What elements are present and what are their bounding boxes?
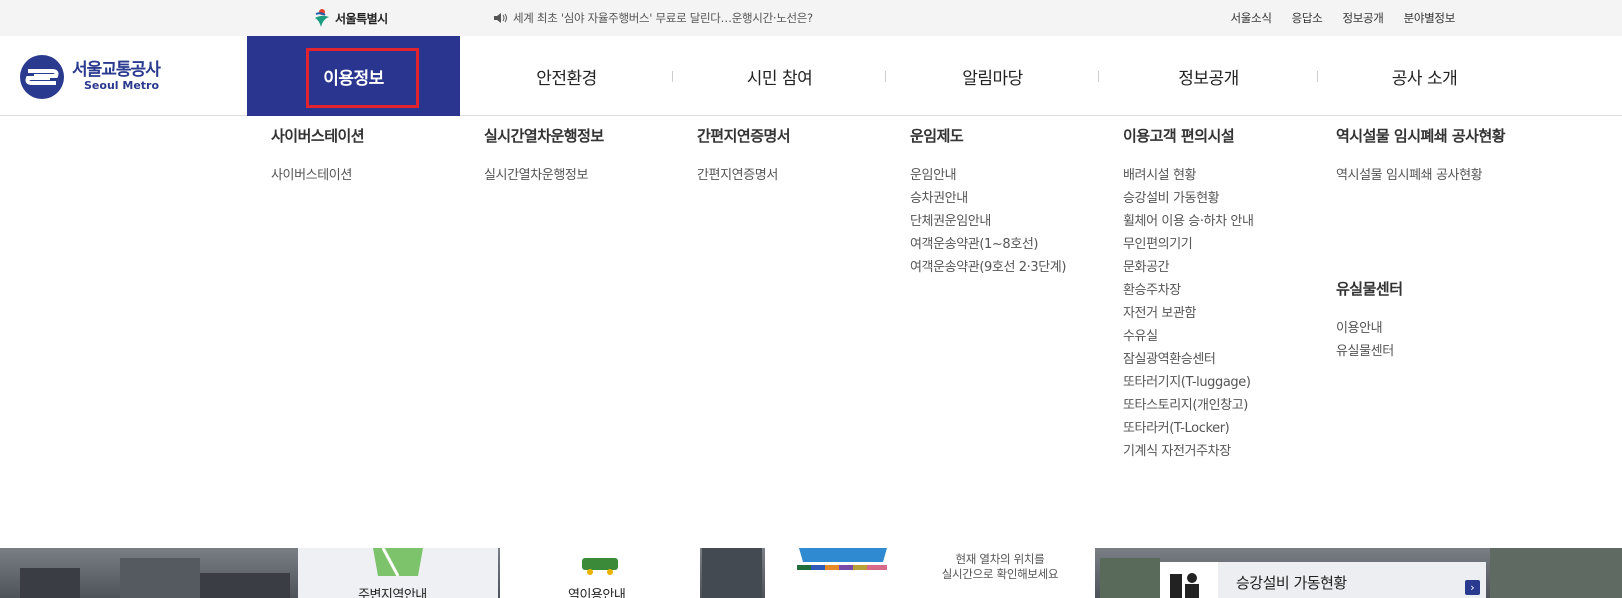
mega-col-title[interactable]: 운임제도 <box>910 126 1066 146</box>
mega-link[interactable]: 간편지연증명서 <box>697 164 790 187</box>
mega-link[interactable]: 실시간열차운행정보 <box>484 164 604 187</box>
gnb-separator <box>1098 71 1099 82</box>
gnb-tab-label: 안전환경 <box>536 68 597 89</box>
gnb-separator <box>885 71 886 82</box>
map-icon <box>373 548 423 576</box>
elevator-icon-tile <box>1160 562 1218 598</box>
mega-link[interactable]: 또타스토리지(개인창고) <box>1123 394 1254 417</box>
elevator-status-label: 승강설비 가동현황 <box>1236 574 1347 592</box>
background-building <box>1100 558 1160 598</box>
mega-link[interactable]: 사이버스테이션 <box>271 164 364 187</box>
mega-link[interactable]: 여객운송약관(9호선 2·3단계) <box>910 256 1066 279</box>
mega-link[interactable]: 운임안내 <box>910 164 1066 187</box>
mega-col-title[interactable]: 유실물센터 <box>1336 279 1403 299</box>
mega-col-fare-system: 운임제도 운임안내 승차권안내 단체권운임안내 여객운송약관(1~8호선) 여객… <box>910 126 1066 279</box>
main-content-preview: 주변지역안내 역이용안내 현재 열차의 위치를 실시간으로 확인해보세요 승강설… <box>0 548 1622 598</box>
mega-link[interactable]: 수유실 <box>1123 325 1254 348</box>
mega-link[interactable]: 승강설비 가동현황 <box>1123 187 1254 210</box>
mega-col-facilities: 이용고객 편의시설 배려시설 현황 승강설비 가동현황 휠체어 이용 승·하차 … <box>1123 126 1254 463</box>
gnb-tab-label: 알림마당 <box>962 68 1023 89</box>
news-ticker-text: 세계 최초 '심야 자율주행버스' 무료로 달린다…운행시간·노선은? <box>513 11 813 25</box>
speaker-icon <box>494 13 507 23</box>
background-building <box>1490 548 1622 598</box>
mega-link[interactable]: 유실물센터 <box>1336 340 1403 363</box>
mega-link[interactable]: 무인편의기기 <box>1123 233 1254 256</box>
mega-link[interactable]: 역시설물 임시폐쇄 공사현황 <box>1336 164 1505 187</box>
mega-col-title[interactable]: 이용고객 편의시설 <box>1123 126 1254 146</box>
utility-links: 서울소식 응답소 정보공개 분야별정보 <box>1231 10 1456 26</box>
mega-menu-dropdown: 사이버스테이션 사이버스테이션 실시간열차운행정보 실시간열차운행정보 간편지연… <box>0 116 1622 548</box>
elevator-user-icon <box>1170 573 1199 598</box>
seoul-city-logo-text: 서울특별시 <box>335 11 388 26</box>
util-link-seoul-news[interactable]: 서울소식 <box>1231 10 1272 26</box>
mega-col-title[interactable]: 사이버스테이션 <box>271 126 365 146</box>
top-utility-bar: 서울특별시 세계 최초 '심야 자율주행버스' 무료로 달린다…운행시간·노선은… <box>0 0 1622 36</box>
mega-link[interactable]: 환승주차장 <box>1123 279 1254 302</box>
gnb-tab-notice[interactable]: 알림마당 <box>885 36 1099 116</box>
gnb-tab-label: 시민 참여 <box>746 68 813 89</box>
mega-link[interactable]: 자전거 보관함 <box>1123 302 1254 325</box>
seoul-metro-emblem-icon <box>20 55 64 99</box>
util-link-eungdapso[interactable]: 응답소 <box>1292 10 1323 26</box>
mega-col-delay-certificate: 간편지연증명서 간편지연증명서 <box>697 126 791 187</box>
background-building <box>702 548 762 598</box>
mega-col-title[interactable]: 역시설물 임시폐쇄 공사현황 <box>1336 126 1506 146</box>
train-icon <box>582 558 618 575</box>
mega-link[interactable]: 승차권안내 <box>910 187 1066 210</box>
mega-link[interactable]: 또타라커(T-Locker) <box>1123 417 1254 440</box>
seoul-city-logo[interactable]: 서울특별시 <box>313 7 388 29</box>
highlight-box-active-tab <box>306 48 419 108</box>
quick-card-label: 주변지역안내 <box>358 588 427 598</box>
mega-col-station-closure: 역시설물 임시폐쇄 공사현황 역시설물 임시폐쇄 공사현황 <box>1336 126 1506 187</box>
realtime-text-line2: 실시간으로 확인해보세요 <box>941 567 1059 581</box>
chevron-right-icon[interactable]: › <box>1465 580 1480 595</box>
quick-card-station-guide[interactable]: 역이용안내 <box>500 548 700 598</box>
mega-col-cyber-station: 사이버스테이션 사이버스테이션 <box>271 126 365 187</box>
background-building <box>120 558 200 598</box>
mega-link[interactable]: 이용안내 <box>1336 317 1403 340</box>
mega-link[interactable]: 여객운송약관(1~8호선) <box>910 233 1066 256</box>
brand-name-en: Seoul Metro <box>84 79 160 93</box>
gnb-tab-disclosure[interactable]: 정보공개 <box>1098 36 1318 116</box>
gnb-tab-label: 공사 소개 <box>1391 68 1458 89</box>
mega-col-title[interactable]: 실시간열차운행정보 <box>484 126 604 146</box>
quick-card-label: 역이용안내 <box>568 588 626 598</box>
line-map-icon <box>797 548 887 570</box>
mega-link[interactable]: 또타러기지(T-luggage) <box>1123 371 1254 394</box>
gnb-separator <box>1317 71 1318 82</box>
seoul-metro-logo[interactable]: 서울교통공사 Seoul Metro <box>18 54 161 100</box>
mega-link[interactable]: 문화공간 <box>1123 256 1254 279</box>
realtime-text-line1: 현재 열차의 위치를 <box>955 552 1045 566</box>
gnb-tab-label: 정보공개 <box>1178 68 1239 89</box>
mega-link[interactable]: 기계식 자전거주차장 <box>1123 440 1254 463</box>
mega-col-lost-and-found: 유실물센터 이용안내 유실물센터 <box>1336 279 1403 363</box>
site-header: 서울교통공사 Seoul Metro 이용정보 안전환경 시민 참여 알림마당 … <box>0 36 1622 116</box>
elevator-status-link[interactable]: 승강설비 가동현황 › <box>1218 562 1486 598</box>
main-navigation: 이용정보 안전환경 시민 참여 알림마당 정보공개 공사 소개 <box>247 36 1531 116</box>
util-link-field-info[interactable]: 분야별정보 <box>1404 10 1456 26</box>
mega-link[interactable]: 휠체어 이용 승·하차 안내 <box>1123 210 1254 233</box>
news-ticker[interactable]: 세계 최초 '심야 자율주행버스' 무료로 달린다…운행시간·노선은? <box>494 10 813 26</box>
background-building <box>200 573 290 598</box>
mega-col-realtime-train: 실시간열차운행정보 실시간열차운행정보 <box>484 126 604 187</box>
mega-col-title[interactable]: 간편지연증명서 <box>697 126 791 146</box>
quick-card-nearby[interactable]: 주변지역안내 <box>298 548 498 598</box>
background-building <box>20 568 80 598</box>
mega-link[interactable]: 단체권운임안내 <box>910 210 1066 233</box>
seoul-city-emblem-icon <box>315 9 329 27</box>
gnb-tab-about[interactable]: 공사 소개 <box>1317 36 1531 116</box>
gnb-tab-citizen[interactable]: 시민 참여 <box>672 36 886 116</box>
gnb-tab-safety[interactable]: 안전환경 <box>460 36 673 116</box>
mega-link[interactable]: 배려시설 현황 <box>1123 164 1254 187</box>
realtime-position-banner[interactable]: 현재 열차의 위치를 실시간으로 확인해보세요 <box>765 548 1095 598</box>
mega-link[interactable]: 잠실광역환승센터 <box>1123 348 1254 371</box>
util-link-info-disclosure[interactable]: 정보공개 <box>1342 10 1383 26</box>
brand-name-ko: 서울교통공사 <box>72 60 161 81</box>
gnb-separator <box>672 71 673 82</box>
